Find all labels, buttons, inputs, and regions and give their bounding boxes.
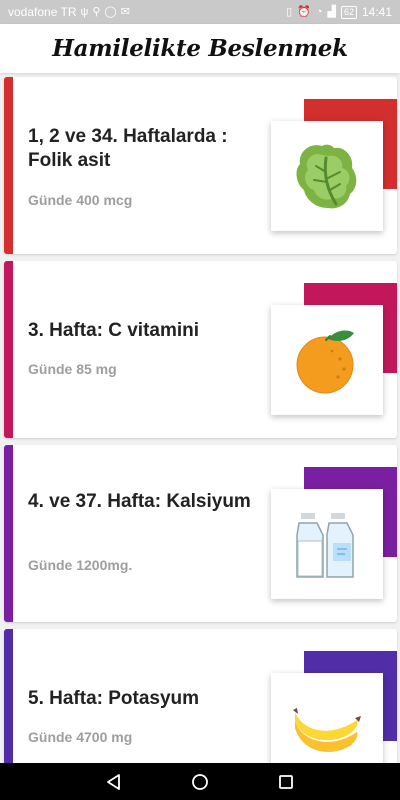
orange-icon bbox=[296, 330, 354, 394]
card-subtitle: Günde 400 mcg bbox=[28, 192, 133, 208]
usb-icon: ψ bbox=[80, 5, 89, 18]
card-stripe bbox=[4, 629, 13, 763]
carrier-label: vodafone TR bbox=[8, 5, 77, 19]
status-bar: vodafone TR ψ ⚲ ◯ ✉ ▯ ⏰ ◔ ▟ 62 14:41 bbox=[0, 0, 400, 24]
recents-button[interactable] bbox=[274, 770, 298, 794]
list-item[interactable]: 4. ve 37. Hafta: Kalsiyum Günde 1200mg. bbox=[4, 445, 397, 622]
back-icon bbox=[107, 773, 120, 790]
card-image bbox=[271, 305, 383, 415]
system-nav-bar bbox=[0, 763, 400, 800]
card-subtitle: Günde 85 mg bbox=[28, 361, 117, 377]
nutrition-list[interactable]: 1, 2 ve 34. Haftalarda : Folik asit Günd… bbox=[0, 73, 400, 763]
back-button[interactable] bbox=[102, 770, 126, 794]
vibrate-icon: ▯ bbox=[286, 5, 293, 18]
card-title: 1, 2 ve 34. Haftalarda : Folik asit bbox=[28, 126, 228, 171]
milk-bottles-icon bbox=[296, 513, 354, 578]
signal-icon: ▟ bbox=[327, 5, 336, 18]
list-item[interactable]: 3. Hafta: C vitamini Günde 85 mg bbox=[4, 261, 397, 438]
banana-icon bbox=[293, 708, 361, 752]
lettuce-icon bbox=[296, 144, 357, 209]
card-image bbox=[271, 673, 383, 763]
card-title: 3. Hafta: C vitamini bbox=[28, 320, 200, 341]
app-bar: Hamilelikte Beslenmek bbox=[0, 24, 400, 73]
home-icon bbox=[192, 773, 208, 790]
home-button[interactable] bbox=[188, 770, 212, 794]
card-title: 4. ve 37. Hafta: Kalsiyum bbox=[28, 491, 251, 512]
card-subtitle: Günde 4700 mg bbox=[28, 729, 133, 745]
clock: 14:41 bbox=[361, 5, 392, 19]
card-image bbox=[271, 489, 383, 599]
message-icon: ✉ bbox=[120, 5, 130, 18]
card-stripe bbox=[4, 77, 13, 254]
whatsapp-icon: ◯ bbox=[104, 5, 117, 18]
wifi-icon: ◔ bbox=[315, 5, 323, 18]
recents-icon bbox=[279, 774, 293, 789]
battery-indicator: 62 bbox=[340, 5, 357, 19]
card-title: 5. Hafta: Potasyum bbox=[28, 688, 200, 709]
list-item[interactable]: 5. Hafta: Potasyum Günde 4700 mg bbox=[4, 629, 397, 763]
list-item[interactable]: 1, 2 ve 34. Haftalarda : Folik asit Günd… bbox=[4, 77, 397, 254]
card-stripe bbox=[4, 445, 13, 622]
card-stripe bbox=[4, 261, 13, 438]
card-subtitle: Günde 1200mg. bbox=[28, 557, 133, 573]
app-title: Hamilelikte Beslenmek bbox=[52, 35, 348, 62]
alarm-icon: ⏰ bbox=[297, 5, 311, 18]
card-image bbox=[271, 121, 383, 231]
notification-icon: ⚲ bbox=[92, 5, 101, 18]
